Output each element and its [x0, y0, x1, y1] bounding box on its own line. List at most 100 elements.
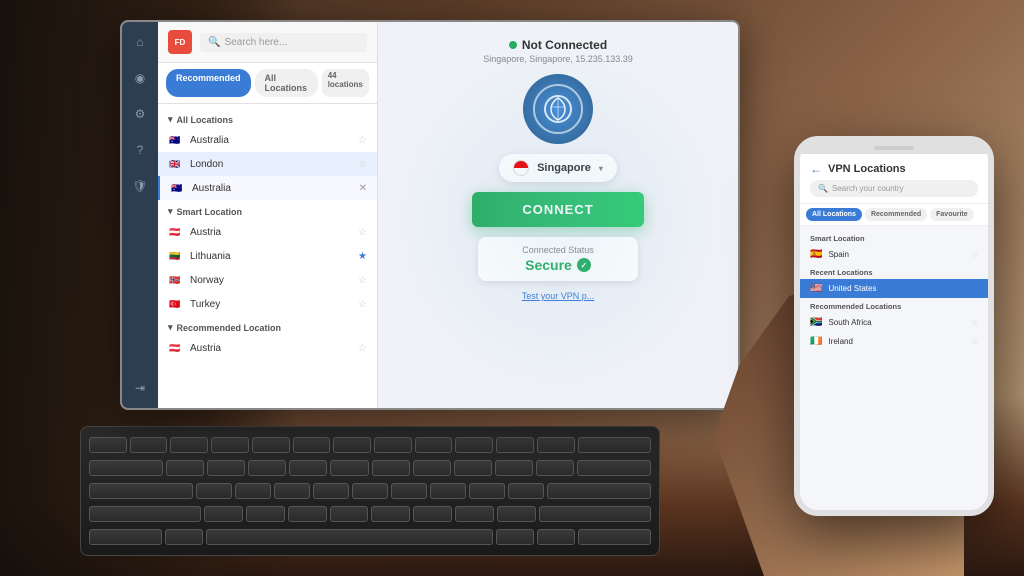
key: [372, 460, 410, 476]
key: [578, 437, 651, 453]
location-name: Spain: [828, 250, 848, 259]
key: [313, 483, 349, 499]
flag-lithuania: 🇱🇹: [168, 249, 182, 263]
key: [166, 460, 204, 476]
star-icon[interactable]: ☆: [972, 319, 978, 327]
search-result-item[interactable]: 🇦🇺 Australia ✕: [158, 176, 377, 200]
location-name: Norway: [190, 275, 350, 286]
phone-section-smart: Smart Location: [800, 230, 988, 245]
phone-list-item[interactable]: 🇪🇸 Spain ☆: [800, 245, 988, 264]
key: [495, 460, 533, 476]
key: [89, 483, 193, 499]
location-name: Austria: [190, 343, 350, 354]
key: [539, 506, 651, 522]
star-icon-active[interactable]: ★: [972, 285, 978, 293]
phone-tab-favourite[interactable]: Favourite: [930, 208, 974, 221]
logout-icon[interactable]: ⇥: [128, 376, 152, 400]
recommended-tab[interactable]: Recommended: [166, 69, 251, 97]
key: [165, 529, 203, 545]
flag-australia-2: 🇦🇺: [170, 181, 184, 195]
search-icon: 🔍: [818, 184, 828, 193]
star-icon[interactable]: ☆: [358, 135, 367, 146]
phone-search-box[interactable]: 🔍 Search your country: [810, 180, 978, 197]
phone-tab-recommended[interactable]: Recommended: [865, 208, 927, 221]
locations-count-badge: 44 locations: [322, 69, 369, 97]
location-name: South Africa: [828, 318, 871, 327]
globe-icon[interactable]: ◉: [128, 66, 152, 90]
key: [288, 506, 327, 522]
section-header-all-locations: ▾ All Locations: [158, 108, 377, 128]
home-icon[interactable]: ⌂: [128, 30, 152, 54]
section-header-recommended-location: ▾ Recommended Location: [158, 316, 377, 336]
search-icon: 🔍: [208, 37, 220, 48]
star-icon[interactable]: ☆: [358, 299, 367, 310]
list-item[interactable]: 🇹🇷 Turkey ☆: [158, 292, 377, 316]
key: [496, 529, 534, 545]
search-placeholder: Search here...: [224, 37, 287, 48]
phone-list-item-highlighted[interactable]: 🇺🇸 United States ★: [800, 279, 988, 298]
all-locations-tab[interactable]: All Locations: [255, 69, 318, 97]
section-header-smart-location: ▾ Smart Location: [158, 200, 377, 220]
key: [248, 460, 286, 476]
key: [89, 506, 201, 522]
key: [536, 460, 574, 476]
list-item[interactable]: 🇦🇺 Australia ☆: [158, 128, 377, 152]
phone-vpn-app: ← VPN Locations 🔍 Search your country Al…: [800, 154, 988, 510]
key: [454, 460, 492, 476]
phone-speaker: [874, 146, 914, 150]
key: [274, 483, 310, 499]
star-icon[interactable]: ☆: [358, 159, 367, 170]
location-name: Australia: [190, 135, 350, 146]
shield-icon[interactable]: 🛡: [128, 174, 152, 198]
location-name: Ireland: [828, 337, 852, 346]
location-name: London: [190, 159, 350, 170]
settings-icon[interactable]: ⚙: [128, 102, 152, 126]
key: [89, 437, 127, 453]
phone-notch: [800, 142, 988, 154]
list-item[interactable]: 🇳🇴 Norway ☆: [158, 268, 377, 292]
list-item[interactable]: 🇦🇹 Austria ☆: [158, 336, 377, 360]
star-icon[interactable]: ☆: [358, 227, 367, 238]
key: [170, 437, 208, 453]
help-icon[interactable]: ?: [128, 138, 152, 162]
key: [89, 460, 163, 476]
key: [130, 437, 168, 453]
list-item-selected[interactable]: 🇬🇧 London ☆: [158, 152, 377, 176]
spacebar-key: [206, 529, 493, 545]
key: [293, 437, 331, 453]
search-box[interactable]: 🔍 Search here...: [200, 33, 367, 52]
list-item[interactable]: 🇦🇹 Austria ☆: [158, 220, 377, 244]
star-icon-active[interactable]: ★: [358, 251, 367, 262]
close-icon[interactable]: ✕: [359, 183, 367, 194]
tab-bar: Recommended All Locations 44 locations: [158, 63, 377, 104]
flag-austria-rec: 🇦🇹: [168, 341, 182, 355]
vpn-shield-svg: [543, 94, 573, 124]
star-icon[interactable]: ☆: [972, 338, 978, 346]
key: [391, 483, 427, 499]
star-icon[interactable]: ☆: [358, 343, 367, 354]
star-icon[interactable]: ☆: [358, 275, 367, 286]
app-logo: FD: [168, 30, 192, 54]
back-icon[interactable]: ←: [810, 162, 822, 176]
sidebar-nav-icons: ⌂ ◉ ⚙ ? 🛡 ⇥: [122, 22, 158, 408]
key: [207, 460, 245, 476]
flag-ireland: 🇮🇪: [810, 336, 822, 347]
location-list: ▾ All Locations 🇦🇺 Australia ☆ 🇬🇧 London…: [158, 104, 377, 408]
location-name: Australia: [192, 183, 351, 194]
location-name: Turkey: [190, 299, 350, 310]
key: [204, 506, 243, 522]
phone-list-item[interactable]: 🇮🇪 Ireland ☆: [800, 332, 988, 351]
section-label: Smart Location: [177, 207, 243, 217]
sidebar-header: FD 🔍 Search here...: [158, 22, 377, 63]
flag-us: 🇺🇸: [810, 283, 822, 294]
key: [330, 460, 368, 476]
key: [415, 437, 453, 453]
star-icon[interactable]: ☆: [972, 251, 978, 259]
key: [430, 483, 466, 499]
list-item[interactable]: 🇱🇹 Lithuania ★: [158, 244, 377, 268]
phone-list-item[interactable]: 🇿🇦 South Africa ☆: [800, 313, 988, 332]
location-name: United States: [828, 284, 876, 293]
key: [235, 483, 271, 499]
key: [537, 529, 575, 545]
phone-tab-all[interactable]: All Locations: [806, 208, 862, 221]
